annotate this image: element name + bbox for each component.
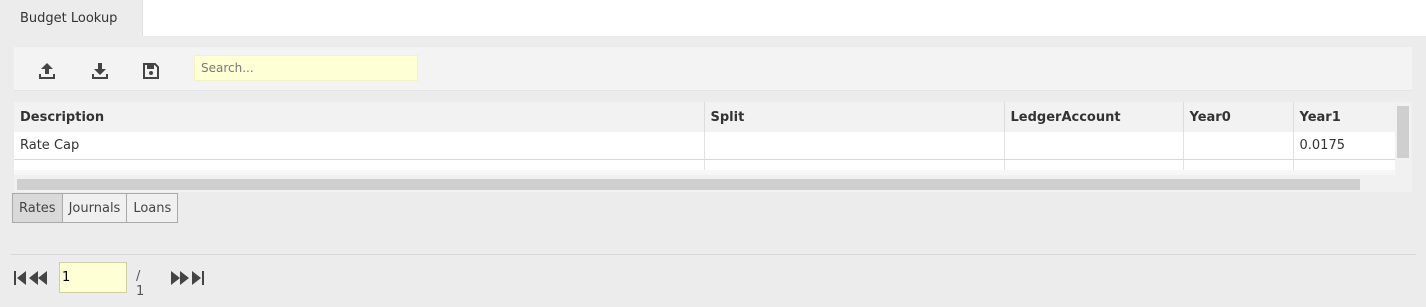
toolbar <box>14 47 1412 91</box>
page-number-input[interactable] <box>59 262 127 293</box>
horizontal-scrollbar-thumb[interactable] <box>17 179 1360 190</box>
page-total: / 1 <box>136 269 145 299</box>
grid-table: Description Split LedgerAccount Year0 Ye… <box>14 102 1396 170</box>
next-page-button[interactable] <box>170 270 190 286</box>
cell-ledger-account[interactable] <box>1004 132 1184 160</box>
tab-label: Budget Lookup <box>20 10 118 26</box>
column-header-year0[interactable]: Year0 <box>1183 102 1294 132</box>
prev-page-icon <box>29 271 47 285</box>
column-header-year1[interactable]: Year1 <box>1293 102 1396 132</box>
cell-split[interactable] <box>704 132 1005 160</box>
subtab-journals[interactable]: Journals <box>61 193 128 223</box>
subtab-loans[interactable]: Loans <box>126 193 179 223</box>
download-button[interactable] <box>89 60 111 82</box>
tab-budget-lookup[interactable]: Budget Lookup <box>0 0 143 36</box>
cell-year1[interactable] <box>1293 159 1396 170</box>
cell-ledger-account[interactable] <box>1004 159 1184 170</box>
column-header-ledger-account[interactable]: LedgerAccount <box>1004 102 1184 132</box>
grid-header-row: Description Split LedgerAccount Year0 Ye… <box>14 102 1396 132</box>
table-row[interactable] <box>14 159 1396 170</box>
table-row[interactable]: Rate Cap 0.0175 <box>14 132 1396 160</box>
column-header-split[interactable]: Split <box>704 102 1005 132</box>
first-page-button[interactable] <box>14 270 26 286</box>
divider <box>10 254 1416 255</box>
last-page-button[interactable] <box>192 270 204 286</box>
tab-bar: Budget Lookup <box>0 0 1426 36</box>
prev-page-button[interactable] <box>28 270 48 286</box>
last-page-icon <box>192 271 204 285</box>
vertical-scrollbar-thumb[interactable] <box>1397 106 1409 158</box>
subtab-bar: Rates Journals Loans <box>12 193 179 223</box>
download-icon <box>92 63 108 79</box>
subtab-rates[interactable]: Rates <box>12 193 63 223</box>
search-input[interactable] <box>194 55 418 81</box>
cell-split[interactable] <box>704 159 1005 170</box>
upload-button[interactable] <box>36 60 58 82</box>
column-header-description[interactable]: Description <box>14 102 705 132</box>
upload-icon <box>39 63 55 79</box>
first-page-icon <box>14 271 26 285</box>
save-button[interactable] <box>140 60 162 82</box>
main-panel: Description Split LedgerAccount Year0 Ye… <box>0 36 1426 307</box>
cell-year0[interactable] <box>1183 159 1294 170</box>
cell-description[interactable] <box>14 159 705 170</box>
cell-year0[interactable] <box>1183 132 1294 160</box>
cell-description[interactable]: Rate Cap <box>14 132 705 160</box>
data-grid: Description Split LedgerAccount Year0 Ye… <box>14 102 1412 192</box>
cell-year1[interactable]: 0.0175 <box>1293 132 1396 160</box>
next-page-icon <box>171 271 189 285</box>
save-icon <box>143 63 159 79</box>
